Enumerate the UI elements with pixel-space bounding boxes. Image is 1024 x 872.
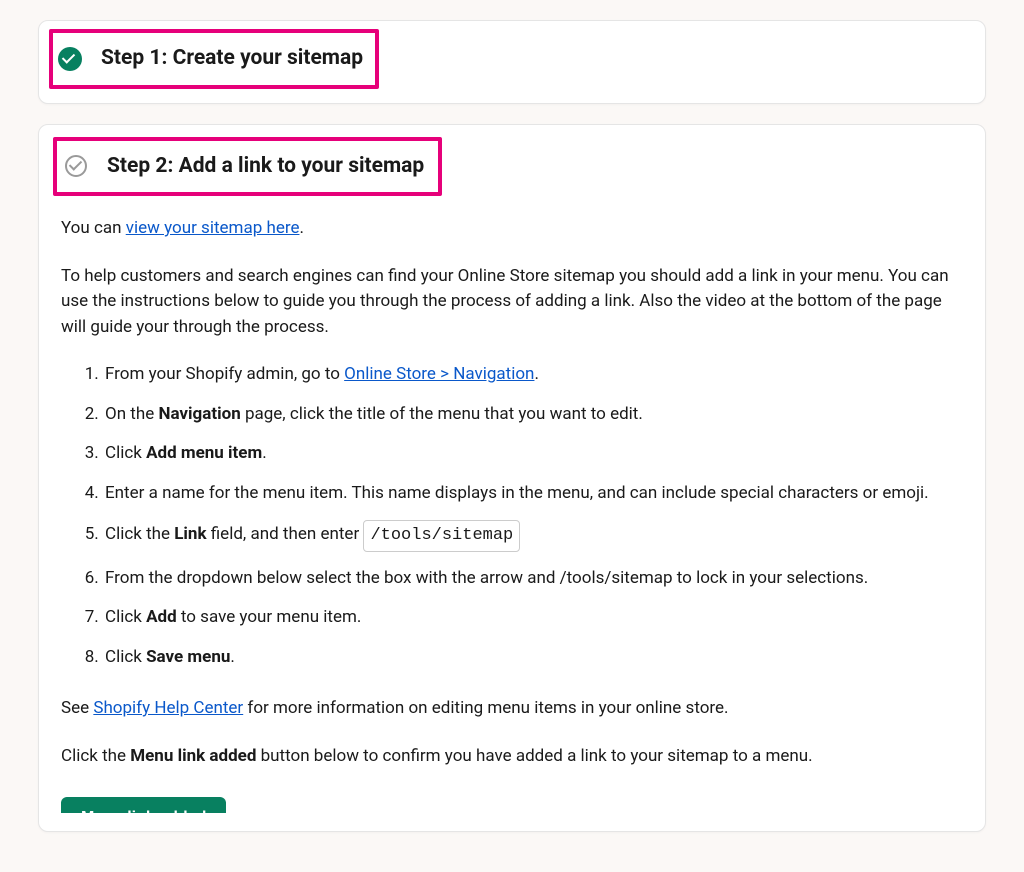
navigation-link[interactable]: Online Store > Navigation	[344, 364, 534, 384]
instruction-list: From your Shopify admin, go to Online St…	[61, 362, 963, 670]
intro-prefix: You can	[61, 218, 126, 238]
step2-title: Step 2: Add a link to your sitemap	[107, 151, 424, 183]
step2-body: You can view your sitemap here. To help …	[59, 210, 965, 813]
list-item: From your Shopify admin, go to Online St…	[103, 362, 963, 388]
help-paragraph: To help customers and search engines can…	[61, 264, 963, 341]
view-sitemap-link[interactable]: view your sitemap here	[126, 218, 300, 238]
code-path: /tools/sitemap	[363, 520, 520, 552]
help-center-link[interactable]: Shopify Help Center	[93, 698, 243, 718]
step2-highlight: Step 2: Add a link to your sitemap	[53, 137, 442, 197]
step1-title: Step 1: Create your sitemap	[101, 43, 363, 75]
intro-paragraph: You can view your sitemap here.	[61, 216, 963, 242]
list-item: Click Save menu.	[103, 645, 963, 671]
list-item: From the dropdown below select the box w…	[103, 566, 963, 592]
intro-suffix: .	[299, 218, 303, 238]
step1-highlight: Step 1: Create your sitemap	[49, 29, 379, 89]
step1-card: Step 1: Create your sitemap	[38, 20, 986, 104]
see-paragraph: See Shopify Help Center for more informa…	[61, 696, 963, 722]
check-complete-icon	[57, 46, 83, 72]
list-item: Click Add menu item.	[103, 441, 963, 467]
menu-link-added-button[interactable]: Menu link added	[61, 797, 226, 813]
check-pending-icon	[63, 153, 89, 179]
list-item: Click the Link field, and then enter /to…	[103, 520, 963, 552]
list-item: Enter a name for the menu item. This nam…	[103, 481, 963, 507]
list-item: On the Navigation page, click the title …	[103, 402, 963, 428]
list-item: Click Add to save your menu item.	[103, 605, 963, 631]
step2-card: Step 2: Add a link to your sitemap You c…	[38, 124, 986, 833]
cta-paragraph: Click the Menu link added button below t…	[61, 744, 963, 770]
